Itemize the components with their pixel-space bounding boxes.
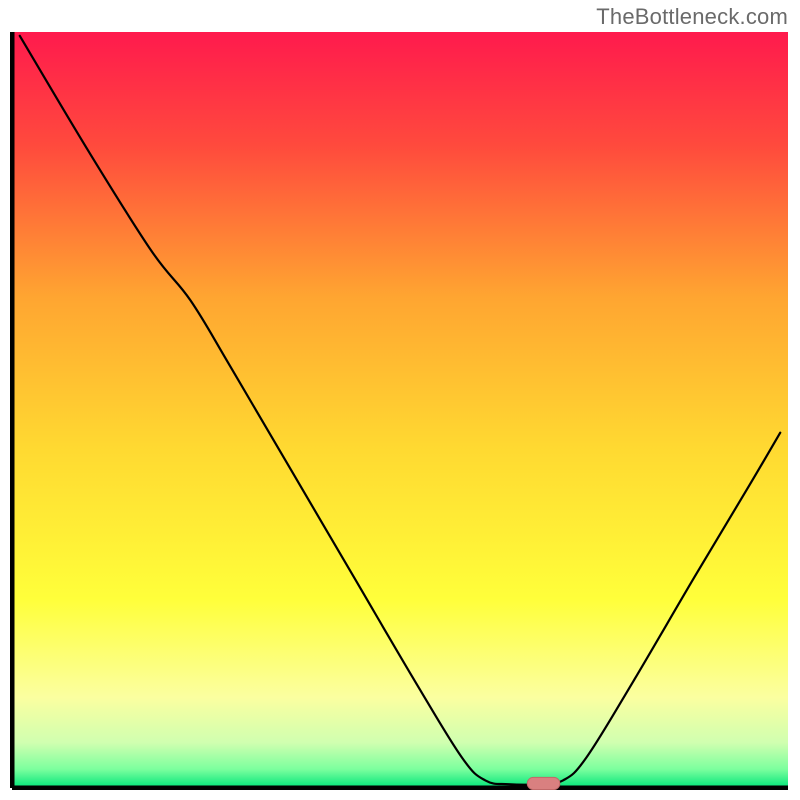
selected-point-marker xyxy=(527,777,560,789)
chart-plot-area xyxy=(10,30,790,790)
chart-background xyxy=(12,32,788,788)
chart-svg xyxy=(10,30,790,790)
chart-container: TheBottleneck.com xyxy=(0,0,800,800)
watermark-text: TheBottleneck.com xyxy=(596,4,788,30)
